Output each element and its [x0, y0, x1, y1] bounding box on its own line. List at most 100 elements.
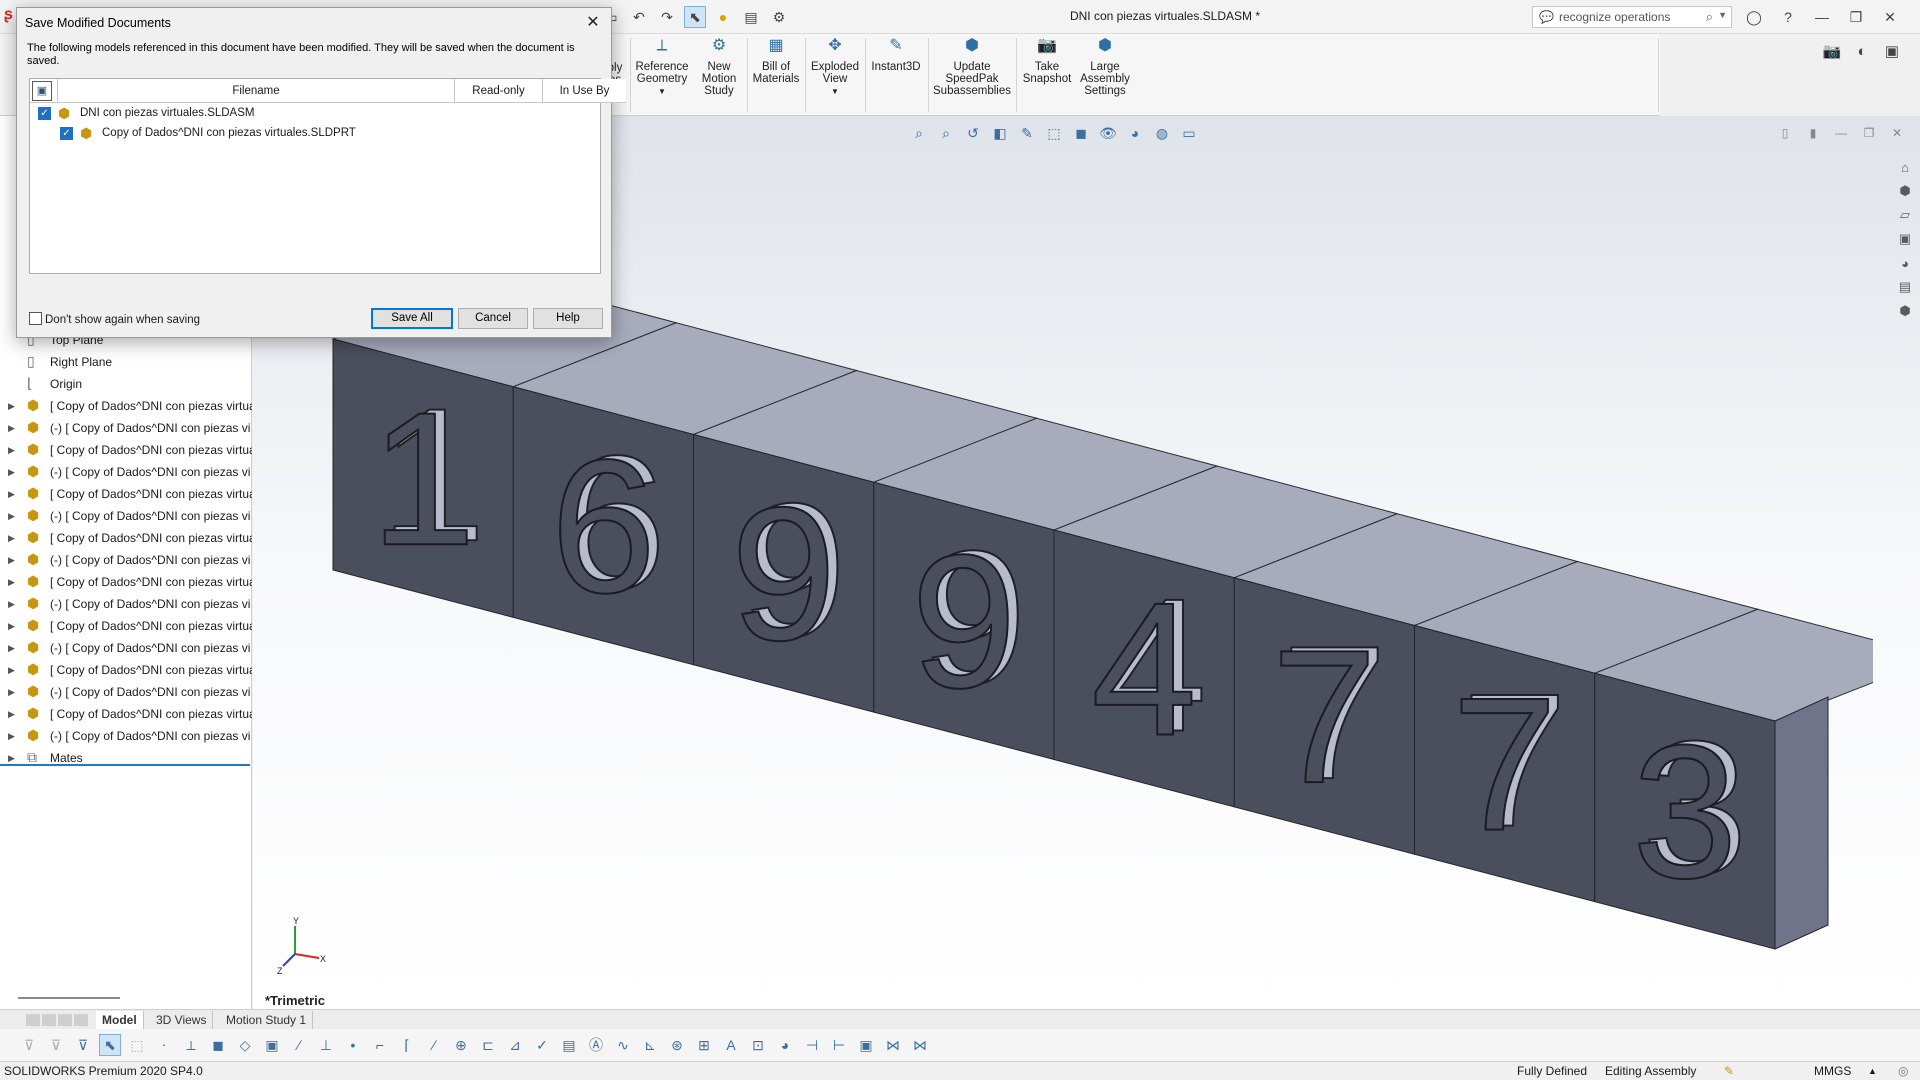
search-icon[interactable]: ⌕	[1706, 9, 1713, 25]
options-gear-icon[interactable]: ⚙	[768, 6, 790, 28]
datum-target-icon[interactable]: ⊕	[450, 1034, 472, 1056]
viewport-close-icon[interactable]: ✕	[1888, 122, 1906, 144]
reference-geometry-button[interactable]: ⟂ Reference Geometry ▼	[633, 38, 691, 98]
sketch-line-icon[interactable]: ∕	[288, 1034, 310, 1056]
block-digit[interactable]: 9	[910, 515, 1018, 729]
align-2-icon[interactable]: ⊢	[828, 1034, 850, 1056]
design-library-icon[interactable]: ⬢	[1893, 180, 1917, 202]
note-icon[interactable]: ▤	[558, 1034, 580, 1056]
tree-item[interactable]: ▶ ⬢ [ Copy of Dados^DNI con piezas virtua	[0, 703, 252, 725]
tree-item[interactable]: ▶ ⬢ (-) [ Copy of Dados^DNI con piezas vi	[0, 681, 252, 703]
expand-arrow-icon[interactable]: ▶	[8, 527, 15, 549]
axis-icon[interactable]: ⟂	[180, 1034, 202, 1056]
close-window-icon[interactable]: ✕	[1878, 6, 1902, 28]
file-checkbox[interactable]: ✓	[38, 107, 51, 120]
unit-dropdown-icon[interactable]: ▲	[1868, 1062, 1877, 1080]
expand-arrow-icon[interactable]: ▶	[8, 615, 15, 637]
search-scope-icon[interactable]: 💬	[1539, 10, 1554, 24]
tree-item[interactable]: ▶ ⬢ [ Copy of Dados^DNI con piezas virtua	[0, 439, 252, 461]
help-icon[interactable]: ?	[1776, 6, 1800, 28]
select-arrow-icon[interactable]: ⬉	[684, 6, 706, 28]
dropdown-arrow-icon[interactable]: ▼	[831, 87, 839, 96]
dimension-icon[interactable]: ⊥	[315, 1034, 337, 1056]
expand-arrow-icon[interactable]: ▶	[8, 571, 15, 593]
mate-2-icon[interactable]: ⋈	[909, 1034, 931, 1056]
traffic-light-icon[interactable]: ●	[712, 6, 734, 28]
instant3d-button[interactable]: ✎ Instant3D	[868, 38, 924, 74]
save-all-button[interactable]: Save All	[371, 308, 453, 329]
screen-capture-icon[interactable]: 📷	[1820, 40, 1844, 62]
curve-icon[interactable]: ∿	[612, 1034, 634, 1056]
tree-horizontal-scrollbar[interactable]	[18, 997, 120, 999]
tree-item[interactable]: ▶ ⬢ (-) [ Copy of Dados^DNI con piezas vi	[0, 417, 252, 439]
tree-item[interactable]: ▯ Right Plane	[0, 351, 252, 373]
tree-item[interactable]: ▶ ⬢ (-) [ Copy of Dados^DNI con piezas vi	[0, 461, 252, 483]
dropdown-arrow-icon[interactable]: ▼	[658, 87, 666, 96]
rebuild-icon[interactable]: ✎	[1724, 1062, 1734, 1080]
select-tool-icon[interactable]: ⬉	[99, 1034, 121, 1056]
tree-item[interactable]: ▶ ⬢ [ Copy of Dados^DNI con piezas virtua	[0, 395, 252, 417]
tree-item[interactable]: ▶ ⬢ [ Copy of Dados^DNI con piezas virtua	[0, 571, 252, 593]
solidworks-resources-icon[interactable]: ⌂	[1893, 156, 1917, 178]
tree-item[interactable]: ▶ ⬢ [ Copy of Dados^DNI con piezas virtua	[0, 659, 252, 681]
in-use-by-column-header[interactable]: In Use By	[543, 79, 626, 103]
expand-arrow-icon[interactable]: ▶	[8, 395, 15, 417]
tree-item[interactable]: ▶ ⬢ [ Copy of Dados^DNI con piezas virtua	[0, 527, 252, 549]
search-commands-input[interactable]: 💬 recognize operations ⌕ ▼	[1532, 6, 1732, 28]
file-explorer-icon[interactable]: ▱	[1893, 204, 1917, 226]
vertex-icon[interactable]: ⊿	[504, 1034, 526, 1056]
image-icon[interactable]: ⊡	[747, 1034, 769, 1056]
annotation-icon[interactable]: A	[720, 1034, 742, 1056]
filter-toggle-icon[interactable]: ⊽	[45, 1034, 67, 1056]
minimize-icon[interactable]: —	[1810, 6, 1834, 28]
cancel-button[interactable]: Cancel	[458, 308, 528, 329]
appearance-icon[interactable]: ◐	[1850, 40, 1874, 62]
block-digit[interactable]: 4	[1090, 563, 1198, 777]
surface-finish-icon[interactable]: ⊾	[639, 1034, 661, 1056]
large-assembly-settings-button[interactable]: ⬢ Large Assembly Settings	[1078, 38, 1132, 98]
expand-arrow-icon[interactable]: ▶	[8, 681, 15, 703]
read-only-column-header[interactable]: Read-only	[455, 79, 543, 103]
checkmark-icon[interactable]: ✓	[531, 1034, 553, 1056]
file-properties-icon[interactable]: ▤	[740, 6, 762, 28]
expand-arrow-icon[interactable]: ▶	[8, 505, 15, 527]
tab-3d-views[interactable]: 3D Views	[150, 1011, 214, 1029]
solid-body-icon[interactable]: ▣	[261, 1034, 283, 1056]
tab-scroll-buttons[interactable]	[26, 1014, 88, 1026]
balloon-icon[interactable]: Ⓐ	[585, 1034, 607, 1056]
geometric-tolerance-icon[interactable]: ⊞	[693, 1034, 715, 1056]
exploded-view-button[interactable]: ✥ Exploded View ▼	[808, 38, 862, 98]
new-motion-study-button[interactable]: ⚙ New Motion Study	[694, 38, 744, 98]
view-palette-icon[interactable]: ▣	[1893, 228, 1917, 250]
tab-motion-study-1[interactable]: Motion Study 1	[220, 1011, 314, 1029]
block-digit[interactable]: 7	[1271, 610, 1379, 824]
restore-icon[interactable]: ❐	[1844, 6, 1868, 28]
tree-item[interactable]: ▶ ⬢ (-) [ Copy of Dados^DNI con piezas vi	[0, 725, 252, 747]
expand-arrow-icon[interactable]: ▶	[8, 417, 15, 439]
update-speedpak-button[interactable]: ⬢ Update SpeedPak Subassemblies	[932, 38, 1012, 98]
datum-icon[interactable]: ⊛	[666, 1034, 688, 1056]
checkbox-box[interactable]	[29, 312, 42, 325]
tree-item[interactable]: ▶ ⬢ (-) [ Copy of Dados^DNI con piezas vi	[0, 593, 252, 615]
expand-arrow-icon[interactable]: ▶	[8, 659, 15, 681]
snapshot-icon[interactable]: ▣	[855, 1034, 877, 1056]
block-side-face[interactable]	[1774, 696, 1829, 950]
expand-arrow-icon[interactable]: ▶	[8, 439, 15, 461]
help-button[interactable]: Help	[533, 308, 603, 329]
block-digit[interactable]: 3	[1631, 705, 1739, 919]
block-digit[interactable]: 6	[550, 420, 658, 634]
filter-icon[interactable]: ⊽	[18, 1034, 40, 1056]
block-digit[interactable]: 1	[369, 372, 477, 586]
tree-item[interactable]: ▶ ⬢ (-) [ Copy of Dados^DNI con piezas vi	[0, 637, 252, 659]
filename-column-header[interactable]: Filename	[58, 79, 455, 103]
file-checkbox[interactable]: ✓	[60, 127, 73, 140]
tree-item[interactable]: ▶ ⬢ [ Copy of Dados^DNI con piezas virtua	[0, 615, 252, 637]
centerline-icon[interactable]: ∕	[423, 1034, 445, 1056]
point-icon[interactable]: ⋅	[153, 1034, 175, 1056]
save-column-header[interactable]: ▣	[30, 79, 58, 103]
file-row[interactable]: ✓ ⬢ Copy of Dados^DNI con piezas virtual…	[30, 123, 620, 143]
expand-arrow-icon[interactable]: ▶	[8, 703, 15, 725]
tree-item[interactable]: ⌊ Origin	[0, 373, 252, 395]
tree-item[interactable]: ▶ ⬢ [ Copy of Dados^DNI con piezas virtua	[0, 483, 252, 505]
appearances-icon[interactable]: ◕	[1893, 252, 1917, 274]
